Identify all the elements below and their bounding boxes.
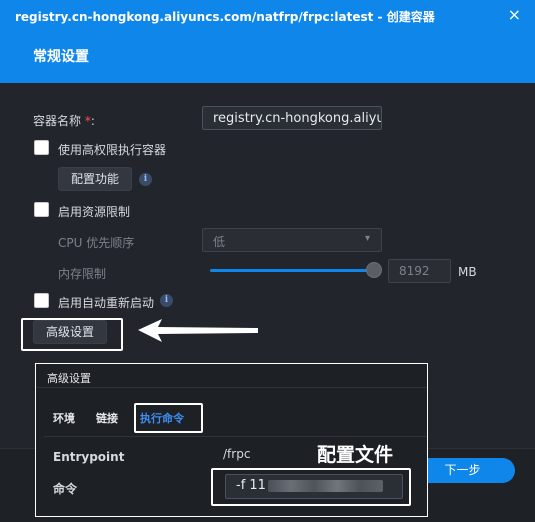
window-title: registry.cn-hongkong.aliyuncs.com/natfrp…: [15, 10, 435, 24]
memory-slider-track[interactable]: [210, 269, 376, 272]
memory-limit-label: 内存限制: [58, 267, 107, 281]
container-name-input[interactable]: registry.cn-hongkong.aliyuncs.com/natfrp…: [202, 106, 382, 130]
info-icon[interactable]: i: [160, 294, 173, 307]
resource-limit-label: 启用资源限制: [58, 205, 131, 219]
section-title: 常规设置: [33, 49, 89, 65]
panel-title: 高级设置: [47, 372, 91, 385]
divider: [36, 387, 427, 388]
command-highlight: [211, 468, 411, 506]
cpu-priority-select[interactable]: 低: [202, 228, 382, 252]
chevron-down-icon: ▾: [365, 233, 371, 244]
privileged-checkbox[interactable]: [34, 140, 49, 155]
info-icon[interactable]: i: [139, 173, 152, 186]
advanced-settings-highlight: [21, 318, 123, 351]
auto-restart-label: 启用自动重新启动: [58, 296, 155, 310]
resource-limit-checkbox[interactable]: [34, 202, 49, 217]
configure-features-button[interactable]: 配置功能: [58, 167, 132, 191]
auto-restart-checkbox[interactable]: [34, 293, 49, 308]
memory-unit-label: MB: [458, 265, 477, 279]
entrypoint-label: Entrypoint: [53, 450, 125, 464]
close-icon[interactable]: ×: [508, 5, 521, 24]
command-label: 命令: [53, 482, 78, 496]
tab-environment[interactable]: 环境: [53, 410, 75, 426]
config-file-annotation: 配置文件: [317, 444, 394, 466]
tab-links[interactable]: 链接: [96, 410, 118, 426]
entrypoint-value: /frpc: [223, 447, 251, 461]
cpu-priority-label: CPU 优先顺序: [58, 236, 135, 250]
privileged-label: 使用高权限执行容器: [58, 143, 167, 157]
execute-command-highlight: [134, 403, 203, 433]
divider: [44, 436, 427, 437]
memory-slider-thumb[interactable]: [366, 262, 382, 278]
arrow-left-icon: [138, 319, 258, 342]
container-name-label: 容器名称 *:: [33, 114, 95, 128]
memory-limit-input[interactable]: 8192: [388, 259, 451, 283]
